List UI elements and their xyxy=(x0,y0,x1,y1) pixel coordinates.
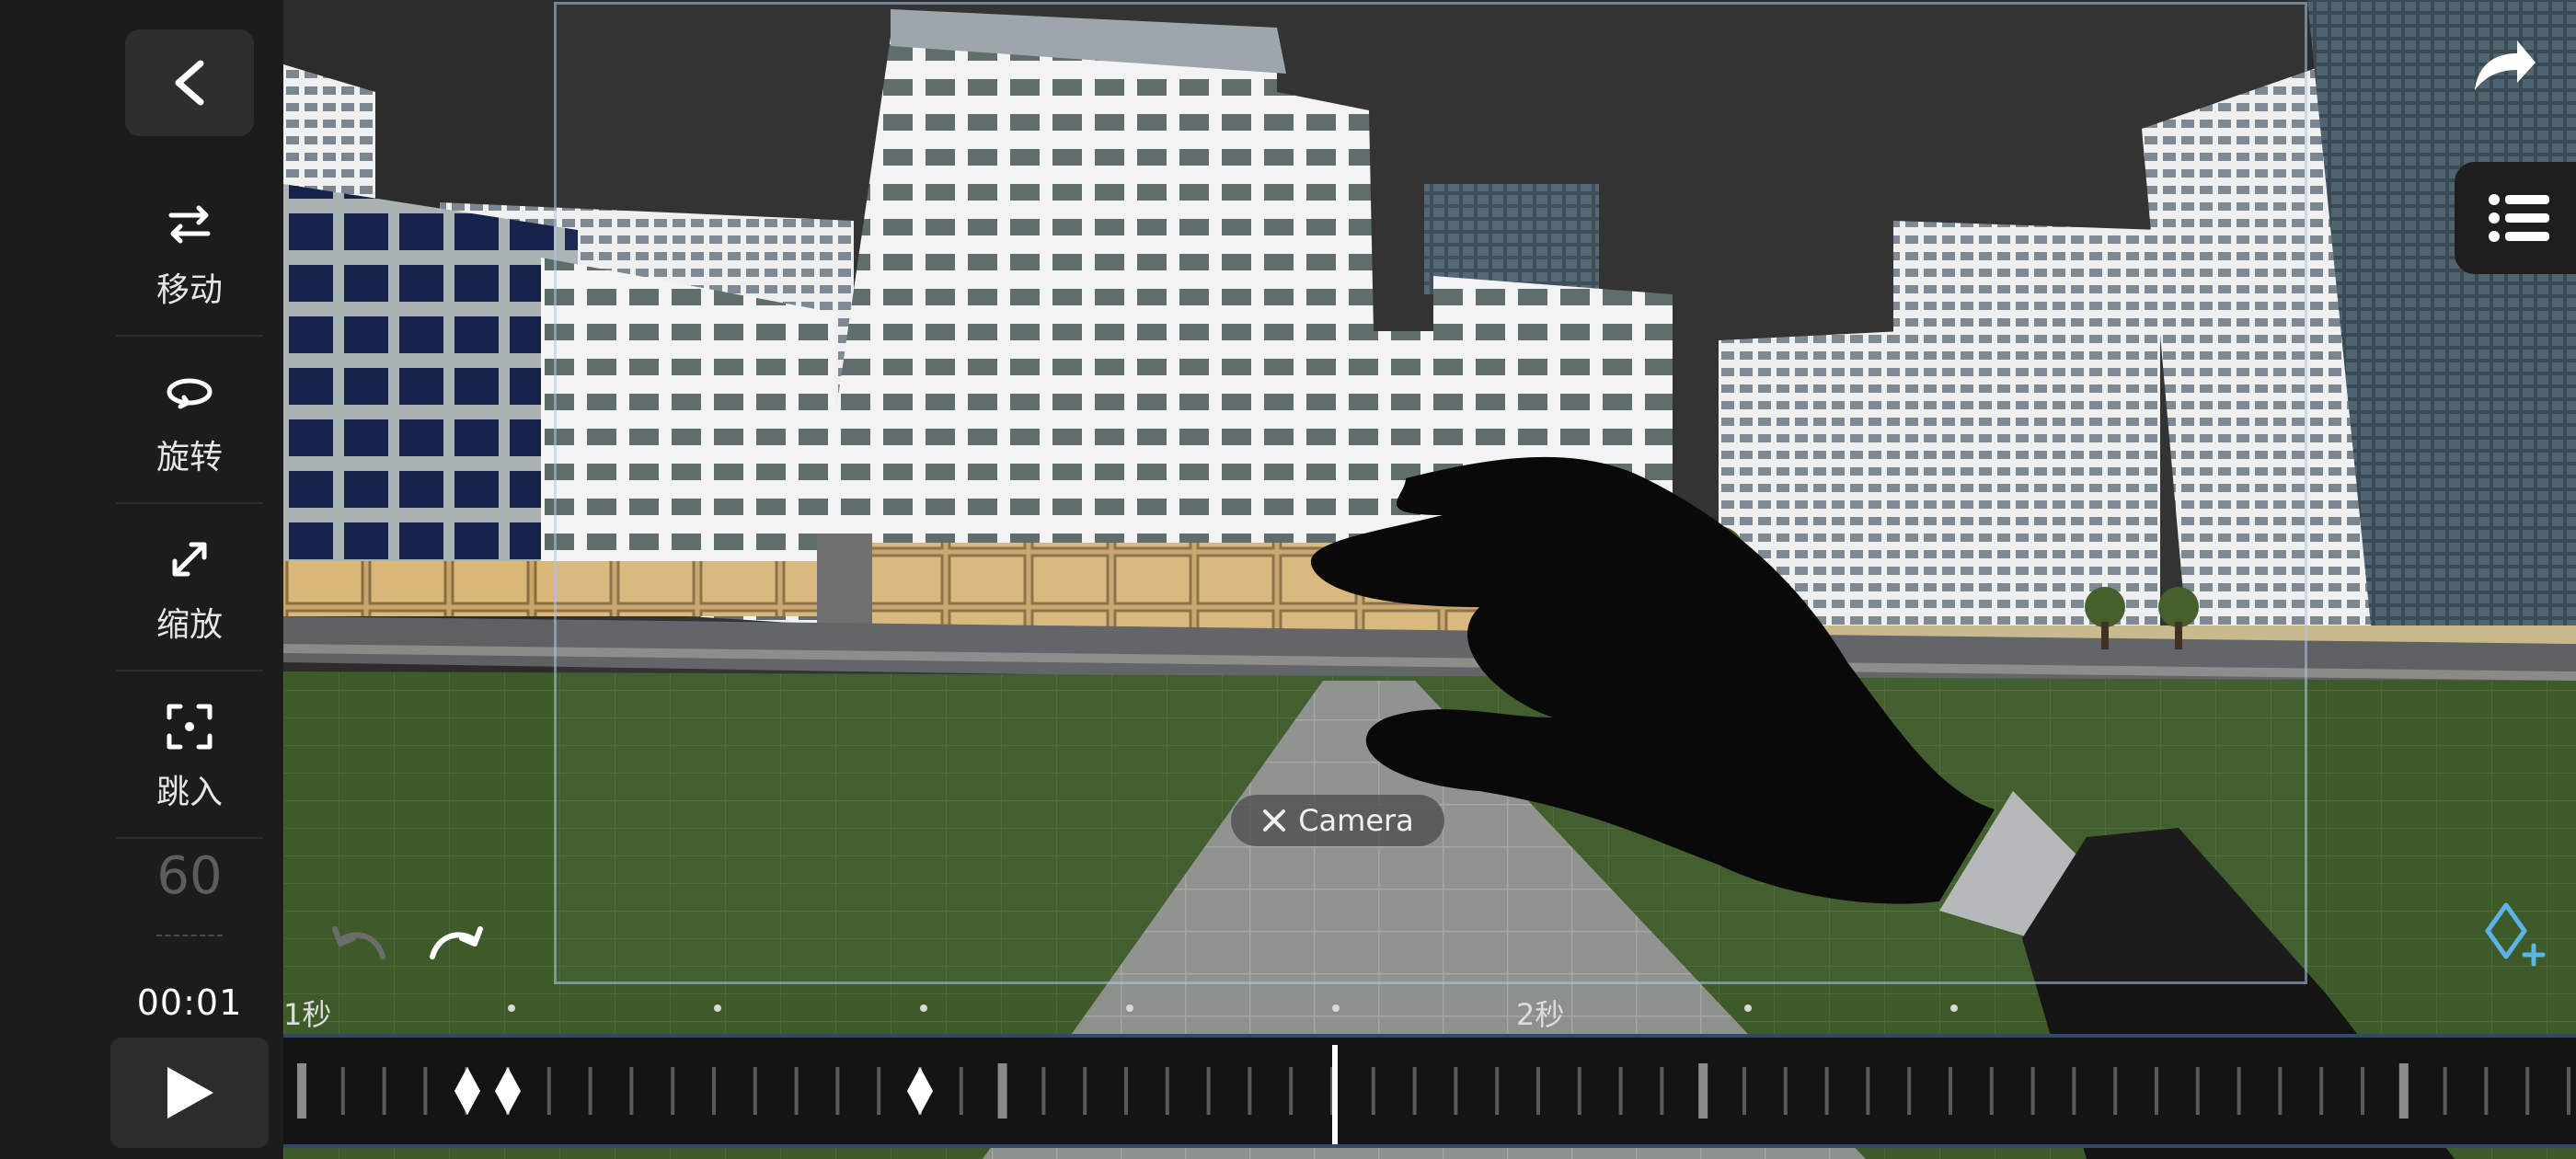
timeline-frame-tick[interactable] xyxy=(1824,1067,1829,1115)
close-icon[interactable] xyxy=(1261,808,1287,833)
ruler-label-2s: 2秒 xyxy=(1516,997,1565,1032)
timeline-frame-tick[interactable] xyxy=(1124,1067,1128,1115)
timeline-frame-tick[interactable] xyxy=(959,1067,963,1115)
add-keyframe-icon[interactable] xyxy=(2482,901,2548,968)
ruler-dot xyxy=(920,1004,927,1012)
undo-icon[interactable] xyxy=(329,920,390,962)
timeline-frame-tick[interactable] xyxy=(2113,1067,2118,1115)
timeline-frame-tick[interactable] xyxy=(2155,1067,2158,1115)
timeline-frame-tick[interactable] xyxy=(1660,1067,1664,1115)
play-icon xyxy=(167,1067,213,1119)
timeline-frame-tick[interactable] xyxy=(1949,1067,1952,1115)
timeline-frame-tick[interactable] xyxy=(629,1067,634,1115)
list-icon xyxy=(2489,194,2549,242)
timeline-frame-tick[interactable] xyxy=(1371,1067,1375,1115)
timeline-frame-tick[interactable] xyxy=(2072,1067,2076,1115)
timeline-frame-tick[interactable] xyxy=(1742,1067,1746,1115)
tool-move[interactable]: 移动 xyxy=(116,175,263,337)
timeline-frame-tick[interactable] xyxy=(2484,1067,2489,1115)
tool-move-label: 移动 xyxy=(155,271,223,309)
timeline-frame-tick[interactable] xyxy=(2278,1067,2283,1115)
chevron-left-icon xyxy=(175,60,204,106)
timeline-frame-tick[interactable] xyxy=(2030,1067,2035,1115)
timeline-frame-tick[interactable] xyxy=(423,1067,428,1115)
ruler-dot xyxy=(1332,1004,1340,1012)
timeline-frame-tick[interactable] xyxy=(2319,1067,2324,1115)
fps-divider xyxy=(156,935,223,942)
ruler-dot xyxy=(1126,1004,1133,1012)
tool-jump-in[interactable]: 跳入 xyxy=(116,677,263,839)
jump-in-icon xyxy=(167,704,213,750)
timeline-frame-tick[interactable] xyxy=(671,1067,675,1115)
move-arrows-icon xyxy=(168,205,211,244)
timeline-frame-tick[interactable] xyxy=(997,1063,1007,1119)
timeline-frame-tick[interactable] xyxy=(1412,1067,1417,1115)
timeline-frame-tick[interactable] xyxy=(2525,1067,2530,1115)
timeline-frame-tick[interactable] xyxy=(877,1067,881,1115)
timeline-frame-tick[interactable] xyxy=(753,1067,757,1115)
timeline-frame-tick[interactable] xyxy=(1454,1067,1458,1115)
timeline-frame-tick[interactable] xyxy=(1083,1067,1087,1115)
keyframe-track-marks xyxy=(297,1045,2570,1144)
ruler-dot xyxy=(508,1004,515,1012)
timeline-frame-tick[interactable] xyxy=(1041,1067,1046,1115)
list-menu-button[interactable] xyxy=(2455,162,2576,274)
timeline-frame-tick[interactable] xyxy=(712,1067,716,1115)
timeline-frame-tick[interactable] xyxy=(546,1067,551,1115)
timeline-frame-tick[interactable] xyxy=(794,1067,799,1115)
timeline-frame-tick[interactable] xyxy=(2195,1067,2200,1115)
timeline-frame-tick[interactable] xyxy=(2237,1067,2241,1115)
timeline-frame-tick[interactable] xyxy=(1289,1067,1294,1115)
timeline-frame-tick[interactable] xyxy=(1206,1067,1211,1115)
timeline-frame-tick[interactable] xyxy=(1536,1067,1540,1115)
keyframe-marker[interactable] xyxy=(907,1067,933,1115)
rotate-icon xyxy=(167,378,213,409)
timeline-frame-tick[interactable] xyxy=(2361,1067,2364,1115)
tool-jump-in-label: 跳入 xyxy=(155,774,223,811)
ruler-dot xyxy=(1744,1004,1752,1012)
timeline-frame-tick[interactable] xyxy=(2398,1063,2409,1119)
ruler-dot xyxy=(1950,1004,1958,1012)
current-time: 00:01 xyxy=(136,982,243,1023)
playhead[interactable] xyxy=(1332,1045,1338,1144)
timeline-frame-tick[interactable] xyxy=(1866,1067,1870,1115)
timeline-frame-tick[interactable] xyxy=(1618,1067,1623,1115)
scene-viewport[interactable]: Camera xyxy=(283,0,2576,1159)
timeline-ruler[interactable]: 1秒 2秒 xyxy=(283,990,2576,1032)
ruler-label-1s: 1秒 xyxy=(283,997,332,1032)
timeline-frame-tick[interactable] xyxy=(1783,1067,1788,1115)
redo-icon[interactable] xyxy=(425,920,486,962)
tool-scale[interactable]: 缩放 xyxy=(116,510,263,671)
timeline-frame-tick[interactable] xyxy=(588,1067,592,1115)
keyframe-marker[interactable] xyxy=(454,1067,480,1115)
timeline-frame-tick[interactable] xyxy=(2443,1067,2447,1115)
timeline-frame-tick[interactable] xyxy=(340,1067,345,1115)
timeline-frame-tick[interactable] xyxy=(1907,1067,1912,1115)
timeline-frame-tick[interactable] xyxy=(1698,1063,1708,1119)
timeline-frame-tick[interactable] xyxy=(835,1067,840,1115)
ruler-dot xyxy=(714,1004,721,1012)
timeline-frame-tick[interactable] xyxy=(1577,1067,1581,1115)
keyframe-track[interactable] xyxy=(283,1034,2576,1148)
tool-rotate-label: 旋转 xyxy=(155,439,223,476)
selected-object-chip[interactable]: Camera xyxy=(1231,795,1444,846)
timeline-frame-tick[interactable] xyxy=(1248,1067,1252,1115)
selected-object-label: Camera xyxy=(1298,803,1414,838)
timeline-frame-tick[interactable] xyxy=(1989,1067,1994,1115)
scale-icon xyxy=(172,542,207,577)
timeline-frame-tick[interactable] xyxy=(382,1067,386,1115)
play-button[interactable] xyxy=(110,1038,269,1148)
tool-scale-label: 缩放 xyxy=(155,606,223,644)
share-forward-icon[interactable] xyxy=(2469,35,2539,96)
back-button[interactable] xyxy=(125,29,254,136)
timeline-frame-tick[interactable] xyxy=(1495,1067,1500,1115)
fps-value[interactable]: 60 xyxy=(116,846,263,906)
timeline-frame-tick[interactable] xyxy=(1165,1067,1169,1115)
timeline-frame-tick[interactable] xyxy=(2567,1067,2570,1115)
keyframe-marker[interactable] xyxy=(495,1067,521,1115)
timeline-frame-tick[interactable] xyxy=(297,1063,306,1119)
left-toolbar: 移动 旋转 缩放 跳入 60 00:01 xyxy=(0,0,283,1159)
tool-rotate[interactable]: 旋转 xyxy=(116,342,263,504)
